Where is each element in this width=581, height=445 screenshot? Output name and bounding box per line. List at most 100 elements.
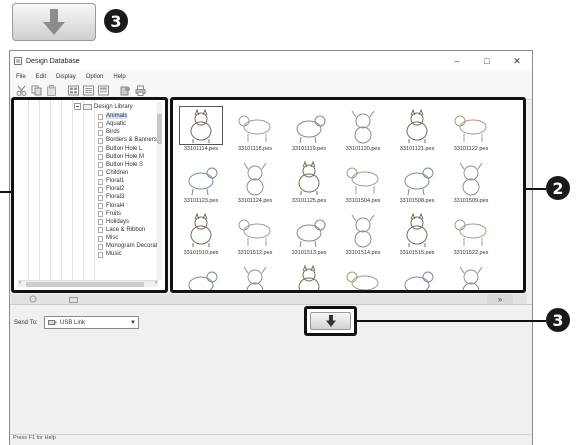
tree-item[interactable]: Animals bbox=[98, 112, 159, 120]
tree-item[interactable]: Children bbox=[98, 169, 159, 177]
tree-item[interactable]: Floral3 bbox=[98, 193, 159, 201]
maximize-button[interactable]: □ bbox=[472, 56, 502, 67]
design-thumbnail[interactable]: 33101522.pes bbox=[446, 208, 496, 260]
scroll-right-icon[interactable]: › bbox=[155, 280, 157, 286]
app-icon bbox=[14, 57, 22, 65]
dropdown-caret-icon[interactable]: ▼ bbox=[128, 320, 138, 326]
design-thumbnail[interactable] bbox=[446, 260, 496, 290]
design-thumbnail[interactable]: 33101114.pes bbox=[176, 104, 226, 156]
callout-line-tree bbox=[0, 191, 11, 193]
design-thumbnail[interactable]: 33101125.pes bbox=[284, 156, 334, 208]
menu-edit[interactable]: Edit bbox=[36, 74, 46, 80]
folder-icon bbox=[98, 227, 103, 234]
paste-icon[interactable] bbox=[46, 85, 57, 96]
collapse-chevron-icon[interactable]: » bbox=[487, 294, 513, 304]
design-thumbnail[interactable]: 33101119.pes bbox=[284, 104, 334, 156]
design-thumbnail[interactable]: 33101514.pes bbox=[338, 208, 388, 260]
write-to-card-icon[interactable] bbox=[120, 85, 131, 96]
design-thumbnail[interactable] bbox=[176, 260, 226, 290]
details-view-icon[interactable] bbox=[98, 85, 109, 96]
minimize-button[interactable]: – bbox=[442, 56, 472, 67]
menu-file[interactable]: File bbox=[16, 74, 26, 80]
design-thumbnail[interactable]: 33101121.pes bbox=[392, 104, 442, 156]
top-down-arrow-button[interactable] bbox=[12, 3, 96, 41]
folder-icon bbox=[98, 154, 103, 161]
design-thumbnail[interactable]: 33101120.pes bbox=[338, 104, 388, 156]
tree-item[interactable]: Fruits bbox=[98, 210, 159, 218]
tab-folder[interactable] bbox=[56, 294, 90, 304]
tree-item[interactable]: Button Hole L bbox=[98, 145, 159, 153]
design-thumbnail[interactable]: 33101118.pes bbox=[230, 104, 280, 156]
design-thumbnail[interactable] bbox=[284, 260, 334, 290]
send-to-select[interactable]: USB Link ▼ bbox=[44, 316, 139, 329]
callout-badge-3-top: 3 bbox=[104, 9, 128, 33]
menu-display[interactable]: Display bbox=[56, 74, 76, 80]
design-thumbnail[interactable]: 33101122.pes bbox=[446, 104, 496, 156]
tree-item[interactable]: Lace & Ribbon bbox=[98, 226, 159, 234]
design-thumbnail[interactable] bbox=[392, 260, 442, 290]
tree-item[interactable]: Monogram Decorati bbox=[98, 242, 159, 250]
tree-item[interactable]: Misc bbox=[98, 234, 159, 242]
tree-root-label: Design Library bbox=[94, 103, 133, 110]
design-preview-image bbox=[341, 262, 385, 290]
tree-item[interactable]: Music bbox=[98, 250, 159, 258]
folder-icon bbox=[98, 219, 103, 226]
circle-tab-icon bbox=[29, 295, 37, 303]
tree-item[interactable]: Floral1 bbox=[98, 177, 159, 185]
scroll-left-icon[interactable]: ‹ bbox=[19, 280, 21, 286]
design-preview-image bbox=[395, 106, 439, 145]
tree-item[interactable]: Floral2 bbox=[98, 185, 159, 193]
design-thumbnail[interactable]: 33101508.pes bbox=[392, 156, 442, 208]
design-filename: 33101119.pes bbox=[291, 146, 327, 152]
design-thumbnail[interactable]: 33101515.pes bbox=[392, 208, 442, 260]
design-thumbnail[interactable] bbox=[230, 260, 280, 290]
design-thumbnail[interactable]: 33101124.pes bbox=[230, 156, 280, 208]
design-filename: 33101120.pes bbox=[345, 146, 381, 152]
print-icon[interactable] bbox=[135, 85, 146, 96]
page: 3 Design Database – □ ✕ File Edit Displa… bbox=[0, 0, 581, 445]
tree-item-label: Animals bbox=[106, 113, 128, 119]
tree-item[interactable]: Aquatic bbox=[98, 120, 159, 128]
copy-icon[interactable] bbox=[31, 85, 42, 96]
transfer-down-arrow-button[interactable] bbox=[310, 312, 351, 330]
design-thumbnail[interactable]: 33101510.pes bbox=[176, 208, 226, 260]
tree-vertical-scrollbar[interactable] bbox=[157, 102, 162, 280]
close-button[interactable]: ✕ bbox=[502, 56, 532, 67]
tree-item[interactable]: Floral4 bbox=[98, 202, 159, 210]
design-preview-image bbox=[179, 158, 223, 197]
tree-item[interactable]: Holidays bbox=[98, 218, 159, 226]
large-icons-view-icon[interactable] bbox=[68, 85, 79, 96]
design-filename: 33101513.pes bbox=[291, 250, 327, 256]
tab-circle[interactable] bbox=[16, 294, 50, 304]
design-preview-image bbox=[449, 210, 493, 249]
folder-icon bbox=[98, 137, 103, 144]
menu-option[interactable]: Option bbox=[86, 74, 104, 80]
tree-item[interactable]: Button Hole S bbox=[98, 161, 159, 169]
cut-icon[interactable] bbox=[16, 85, 27, 96]
tree-item-label: Children bbox=[106, 169, 129, 176]
tree-item-label: Lace & Ribbon bbox=[106, 226, 146, 233]
design-preview-image bbox=[341, 158, 385, 197]
send-to-value: USB Link bbox=[60, 319, 86, 326]
tree-horizontal-scrollbar[interactable]: ‹ › bbox=[18, 280, 158, 287]
design-preview-image bbox=[449, 262, 493, 290]
design-filename: 33101114.pes bbox=[183, 146, 219, 152]
tree-item[interactable]: Borders & Banners bbox=[98, 136, 159, 144]
tree-root[interactable]: Design Library bbox=[74, 103, 133, 110]
design-thumbnail[interactable]: 33101504.pes bbox=[338, 156, 388, 208]
design-preview-image bbox=[233, 106, 277, 145]
design-preview-image bbox=[233, 210, 277, 249]
list-view-icon[interactable] bbox=[83, 85, 94, 96]
design-thumbnail[interactable]: 33101509.pes bbox=[446, 156, 496, 208]
menu-help[interactable]: Help bbox=[113, 74, 125, 80]
collapse-toggle-icon[interactable] bbox=[74, 103, 81, 110]
usb-icon bbox=[48, 320, 57, 325]
design-thumbnail[interactable]: 33101513.pes bbox=[284, 208, 334, 260]
design-thumbnail[interactable] bbox=[338, 260, 388, 290]
design-thumbnail[interactable]: 33101512.pes bbox=[230, 208, 280, 260]
tree-item[interactable]: Birds bbox=[98, 128, 159, 136]
tree-item-label: Button Hole M bbox=[106, 153, 145, 160]
tree-item[interactable]: Button Hole M bbox=[98, 153, 159, 161]
design-thumbnail[interactable]: 33101123.pes bbox=[176, 156, 226, 208]
tree-item-label: Button Hole S bbox=[106, 161, 144, 168]
